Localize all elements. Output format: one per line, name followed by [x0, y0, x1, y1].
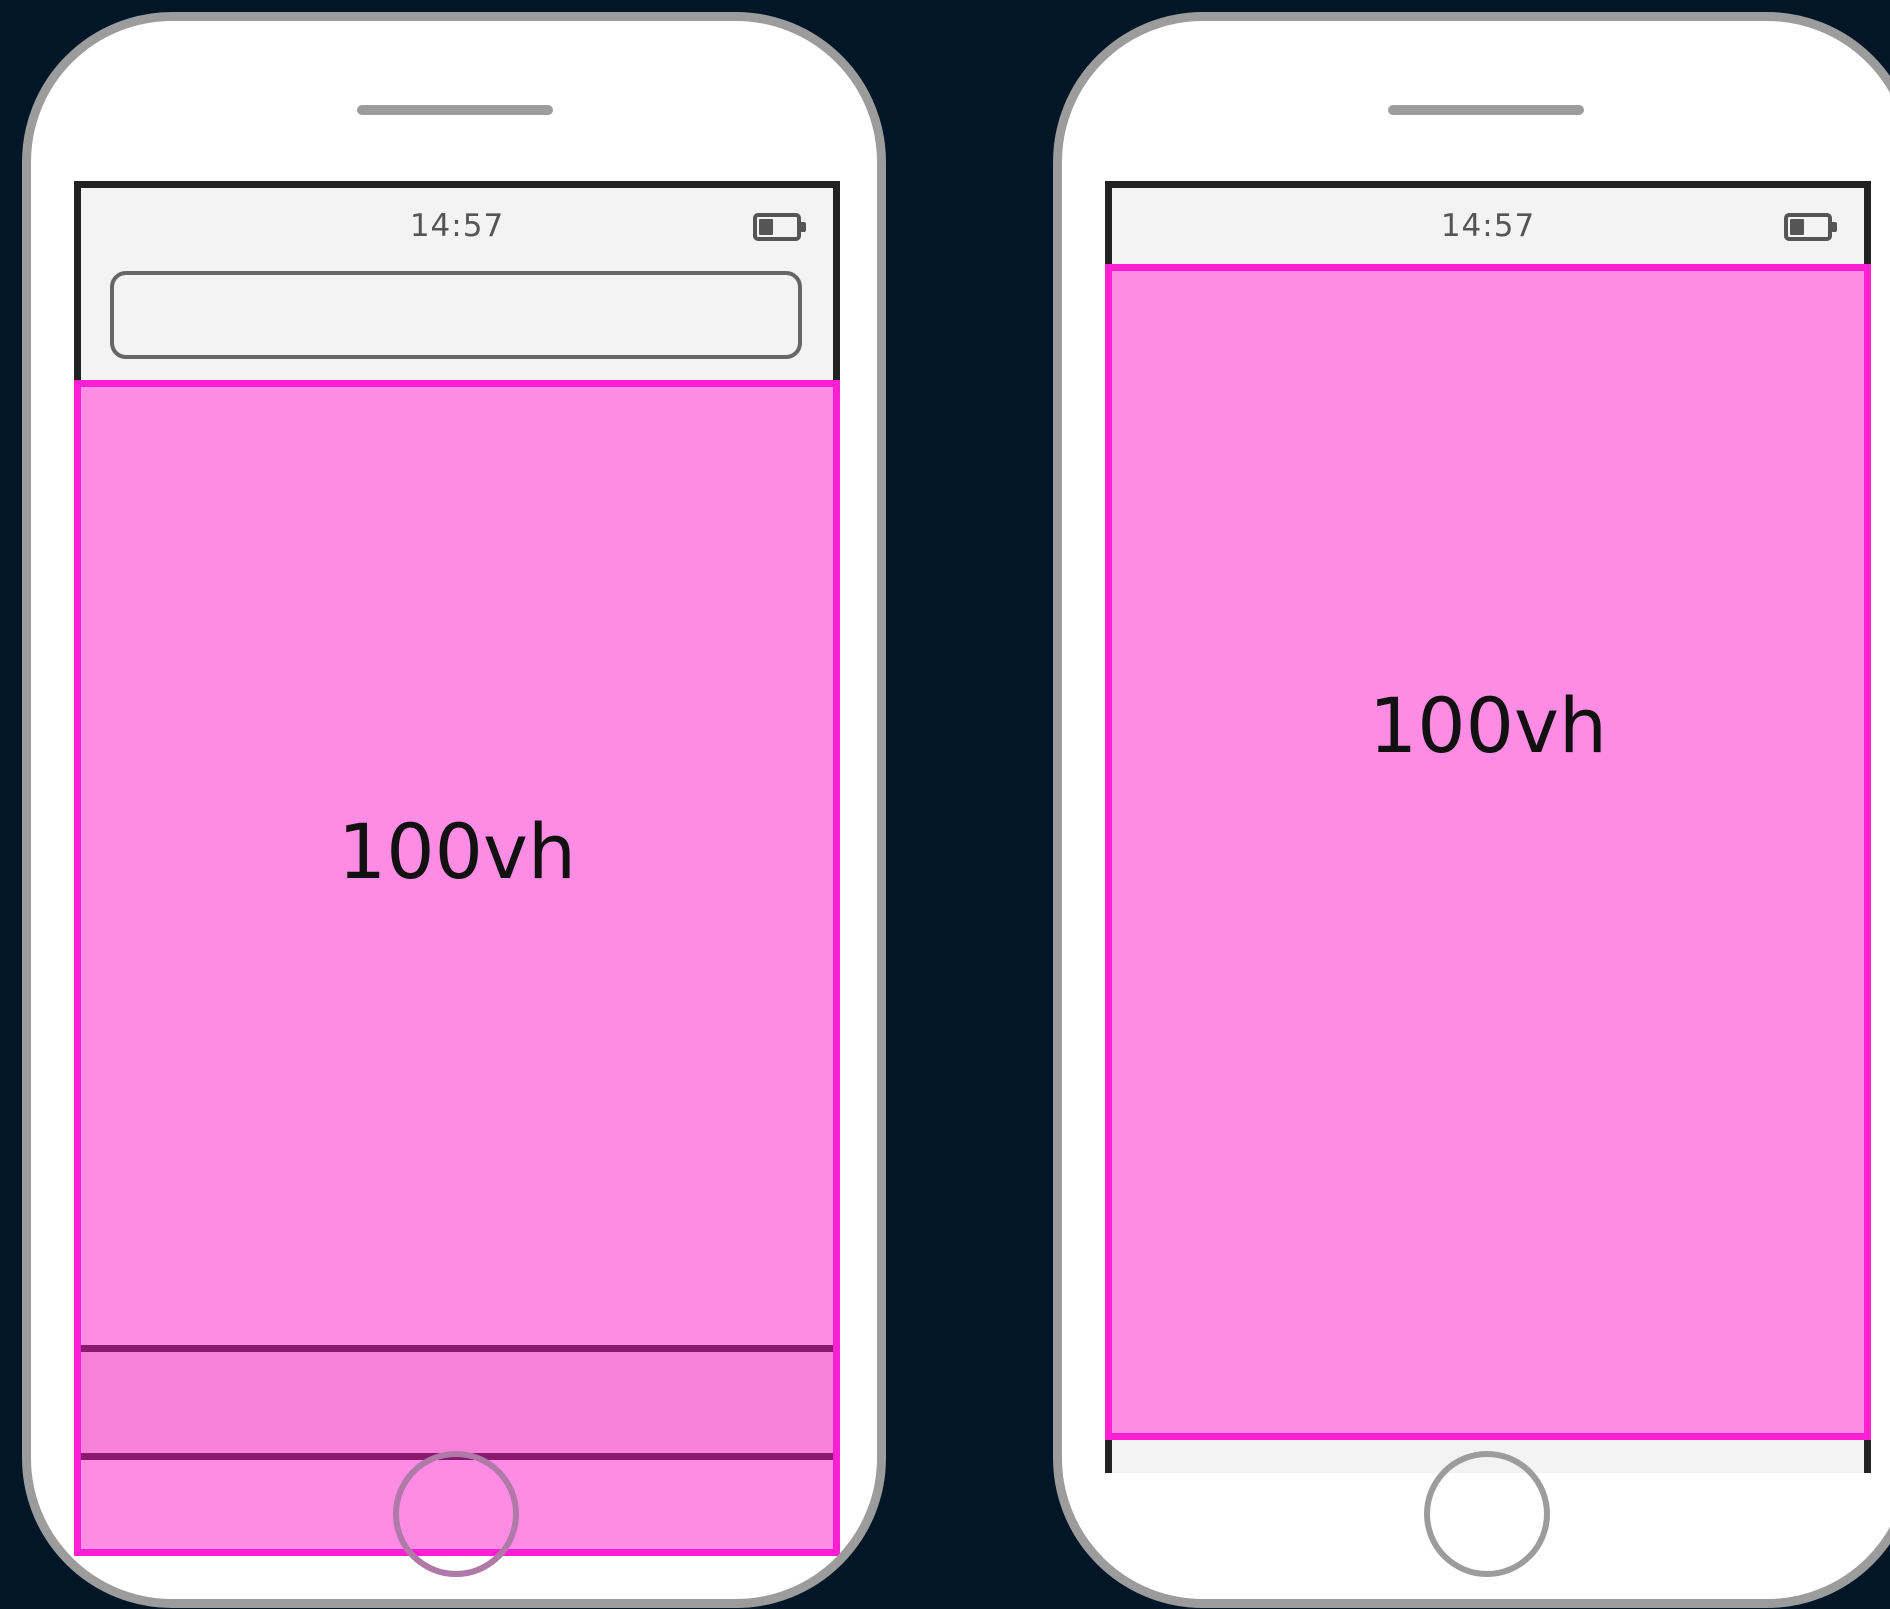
speaker-grille: [1388, 105, 1584, 115]
status-time: 14:57: [409, 208, 505, 244]
viewport-label: 100vh: [1368, 681, 1608, 770]
status-bar: 14:57: [81, 188, 833, 256]
speaker-grille: [357, 105, 553, 115]
status-bar: 14:57: [1112, 188, 1864, 256]
status-time: 14:57: [1440, 208, 1536, 244]
battery-icon: [1784, 213, 1837, 241]
phone-with-browser-ui: 14:57 100vh: [22, 12, 886, 1608]
bottom-toolbar-overlap: [81, 1345, 833, 1460]
viewport-100vh-box: 100vh: [74, 380, 840, 1556]
home-button[interactable]: [1424, 1451, 1550, 1577]
url-bar[interactable]: [110, 271, 802, 359]
battery-icon: [753, 213, 806, 241]
viewport-label: 100vh: [337, 807, 577, 896]
viewport-100vh-box: 100vh: [1105, 264, 1871, 1440]
phone-without-browser-ui: 14:57 100vh: [1053, 12, 1890, 1608]
